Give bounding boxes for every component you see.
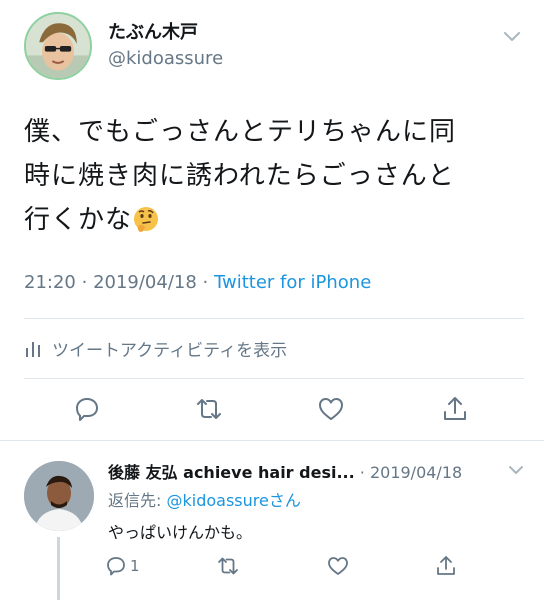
tweet-date: 2019/04/18: [93, 272, 197, 293]
reply-text: やっぱいけんかも。: [108, 523, 253, 542]
activity-label: ツイートアクティビティを表示: [52, 341, 288, 361]
reply-tweet[interactable]: 後藤 友弘 achieve hair desi... · 2019/04/18 …: [0, 441, 544, 600]
reply-to-prefix: 返信先:: [108, 491, 167, 510]
retweet-icon[interactable]: [194, 394, 224, 424]
avatar-image: [26, 14, 90, 78]
meta-separator: ·: [202, 272, 214, 293]
reply-date: 2019/04/18: [369, 463, 463, 482]
reply-to: 返信先: @kidoassureさん: [108, 487, 301, 511]
like-icon[interactable]: [316, 394, 346, 424]
tweet-meta: 21:20 · 2019/04/18 · Twitter for iPhone: [24, 272, 371, 293]
tweet-text-line: 行くかな: [24, 198, 524, 242]
user-handle[interactable]: @kidoassure: [108, 48, 223, 69]
display-name[interactable]: たぶん木戸: [108, 18, 198, 44]
share-icon[interactable]: [440, 394, 470, 424]
reply-icon[interactable]: [72, 394, 102, 424]
tweet-text-line: 時に焼き肉に誘われたらごっさんと: [24, 161, 455, 191]
retweet-button[interactable]: [216, 553, 240, 579]
meta-separator: ·: [81, 272, 94, 293]
tweet-time: 21:20: [24, 272, 76, 293]
like-icon: [328, 557, 348, 575]
share-icon: [437, 556, 455, 575]
reply-display-name[interactable]: 後藤 友弘 achieve hair desi...: [108, 463, 355, 482]
tweet-source-link[interactable]: Twitter for iPhone: [214, 272, 371, 293]
reply-count: 1: [130, 557, 140, 575]
reply-to-suffix: さん: [268, 491, 301, 510]
retweet-icon: [218, 557, 238, 575]
chevron-down-icon[interactable]: [500, 26, 524, 46]
reply-actions: 1: [0, 553, 544, 583]
avatar[interactable]: [24, 461, 94, 531]
avatar[interactable]: [24, 12, 92, 80]
activity-bars-icon: [26, 341, 40, 357]
view-tweet-activity-link[interactable]: ツイートアクティビティを表示: [24, 336, 287, 361]
tweet-text-line-end: 行くかな: [24, 205, 133, 235]
reply-icon: [107, 557, 125, 576]
like-button[interactable]: [326, 553, 350, 579]
thinking-face-icon: [134, 207, 159, 232]
reply-button[interactable]: 1: [104, 553, 140, 579]
tweet-text: 僕、でもごっさんとテリちゃんに同 時に焼き肉に誘われたらごっさんと 行くかな: [24, 110, 524, 242]
chevron-down-icon[interactable]: [506, 461, 526, 479]
avatar-image: [24, 461, 94, 531]
share-button[interactable]: [434, 553, 458, 579]
meta-separator: ·: [359, 463, 370, 482]
tweet-text-line: 僕、でもごっさんとテリちゃんに同: [24, 117, 457, 147]
divider: [24, 318, 524, 319]
reply-header: 後藤 友弘 achieve hair desi... · 2019/04/18: [108, 459, 462, 483]
reply-to-mention[interactable]: @kidoassure: [166, 491, 268, 510]
divider: [24, 378, 524, 379]
tweet-actions: [0, 386, 544, 434]
main-tweet: たぶん木戸 @kidoassure 僕、でもごっさんとテリちゃんに同 時に焼き肉…: [0, 0, 544, 440]
